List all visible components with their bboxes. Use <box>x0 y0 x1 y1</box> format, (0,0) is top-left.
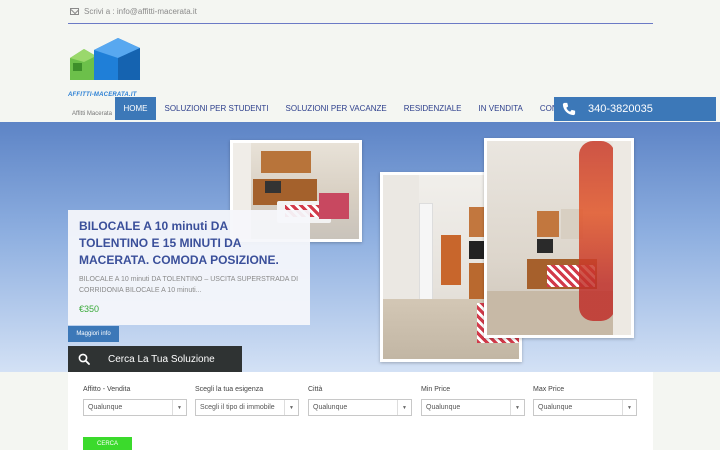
field-label: Affitto - Vendita <box>83 386 131 393</box>
select-value: Scegli il tipo di immobile <box>200 404 275 411</box>
logo-tagline: Affitti Macerata <box>72 111 112 117</box>
listing-photo-kitchen-decor[interactable] <box>484 138 634 338</box>
search-tab-label: Cerca La Tua Soluzione <box>108 353 215 365</box>
field-label: Min Price <box>421 386 451 393</box>
chevron-down-icon: ▼ <box>284 400 298 415</box>
field-label: Città <box>308 386 323 393</box>
search-panel: Affitto - Vendita Qualunque ▼ Scegli la … <box>68 372 653 450</box>
select-affitto-vendita[interactable]: Qualunque ▼ <box>83 399 187 416</box>
cerca-button[interactable]: CERCA <box>83 437 132 450</box>
listing-card: BILOCALE A 10 minuti DA TOLENTINO E 15 M… <box>68 210 310 325</box>
chevron-down-icon: ▼ <box>510 400 524 415</box>
hero-slider: BILOCALE A 10 minuti DA TOLENTINO E 15 M… <box>0 122 720 372</box>
field-citta: Città Qualunque ▼ <box>308 386 412 416</box>
field-max-price: Max Price Qualunque ▼ <box>533 386 637 416</box>
listing-price: €350 <box>79 304 100 314</box>
top-contact-bar: Scrivi a : info@affitti-macerata.it <box>68 0 653 24</box>
field-label: Scegli la tua esigenza <box>195 386 264 393</box>
select-value: Qualunque <box>426 404 461 411</box>
nav-in-vendita[interactable]: In Vendita <box>470 97 531 120</box>
select-value: Qualunque <box>313 404 348 411</box>
select-esigenza[interactable]: Scegli il tipo di immobile ▼ <box>195 399 299 416</box>
nav-residenziale[interactable]: Residenziale <box>395 97 470 120</box>
select-citta[interactable]: Qualunque ▼ <box>308 399 412 416</box>
field-affitto-vendita: Affitto - Vendita Qualunque ▼ <box>83 386 187 416</box>
contact-email[interactable]: Scrivi a : info@affitti-macerata.it <box>84 7 197 16</box>
select-min-price[interactable]: Qualunque ▼ <box>421 399 525 416</box>
search-icon <box>78 353 90 365</box>
chevron-down-icon: ▼ <box>397 400 411 415</box>
listing-title[interactable]: BILOCALE A 10 minuti DA TOLENTINO E 15 M… <box>79 218 299 269</box>
more-info-button[interactable]: Maggiori info <box>68 326 119 342</box>
envelope-icon <box>70 8 79 15</box>
phone-icon <box>562 102 576 116</box>
phone-number: 340-3820035 <box>588 103 653 115</box>
site-logo[interactable] <box>68 36 146 100</box>
main-navigation: Home Soluzioni per Studenti Soluzioni pe… <box>115 97 587 120</box>
field-min-price: Min Price Qualunque ▼ <box>421 386 525 416</box>
nav-soluzioni-studenti[interactable]: Soluzioni per Studenti <box>156 97 277 120</box>
nav-home[interactable]: Home <box>115 97 156 120</box>
select-value: Qualunque <box>538 404 573 411</box>
field-esigenza: Scegli la tua esigenza Scegli il tipo di… <box>195 386 299 416</box>
search-tab[interactable]: Cerca La Tua Soluzione <box>68 346 242 372</box>
chevron-down-icon: ▼ <box>622 400 636 415</box>
chevron-down-icon: ▼ <box>172 400 186 415</box>
phone-box[interactable]: 340-3820035 <box>554 97 716 121</box>
select-max-price[interactable]: Qualunque ▼ <box>533 399 637 416</box>
select-value: Qualunque <box>88 404 123 411</box>
field-label: Max Price <box>533 386 565 393</box>
listing-description: BILOCALE A 10 minuti DA TOLENTINO – USCI… <box>79 276 299 294</box>
nav-soluzioni-vacanze[interactable]: Soluzioni per Vacanze <box>277 97 395 120</box>
